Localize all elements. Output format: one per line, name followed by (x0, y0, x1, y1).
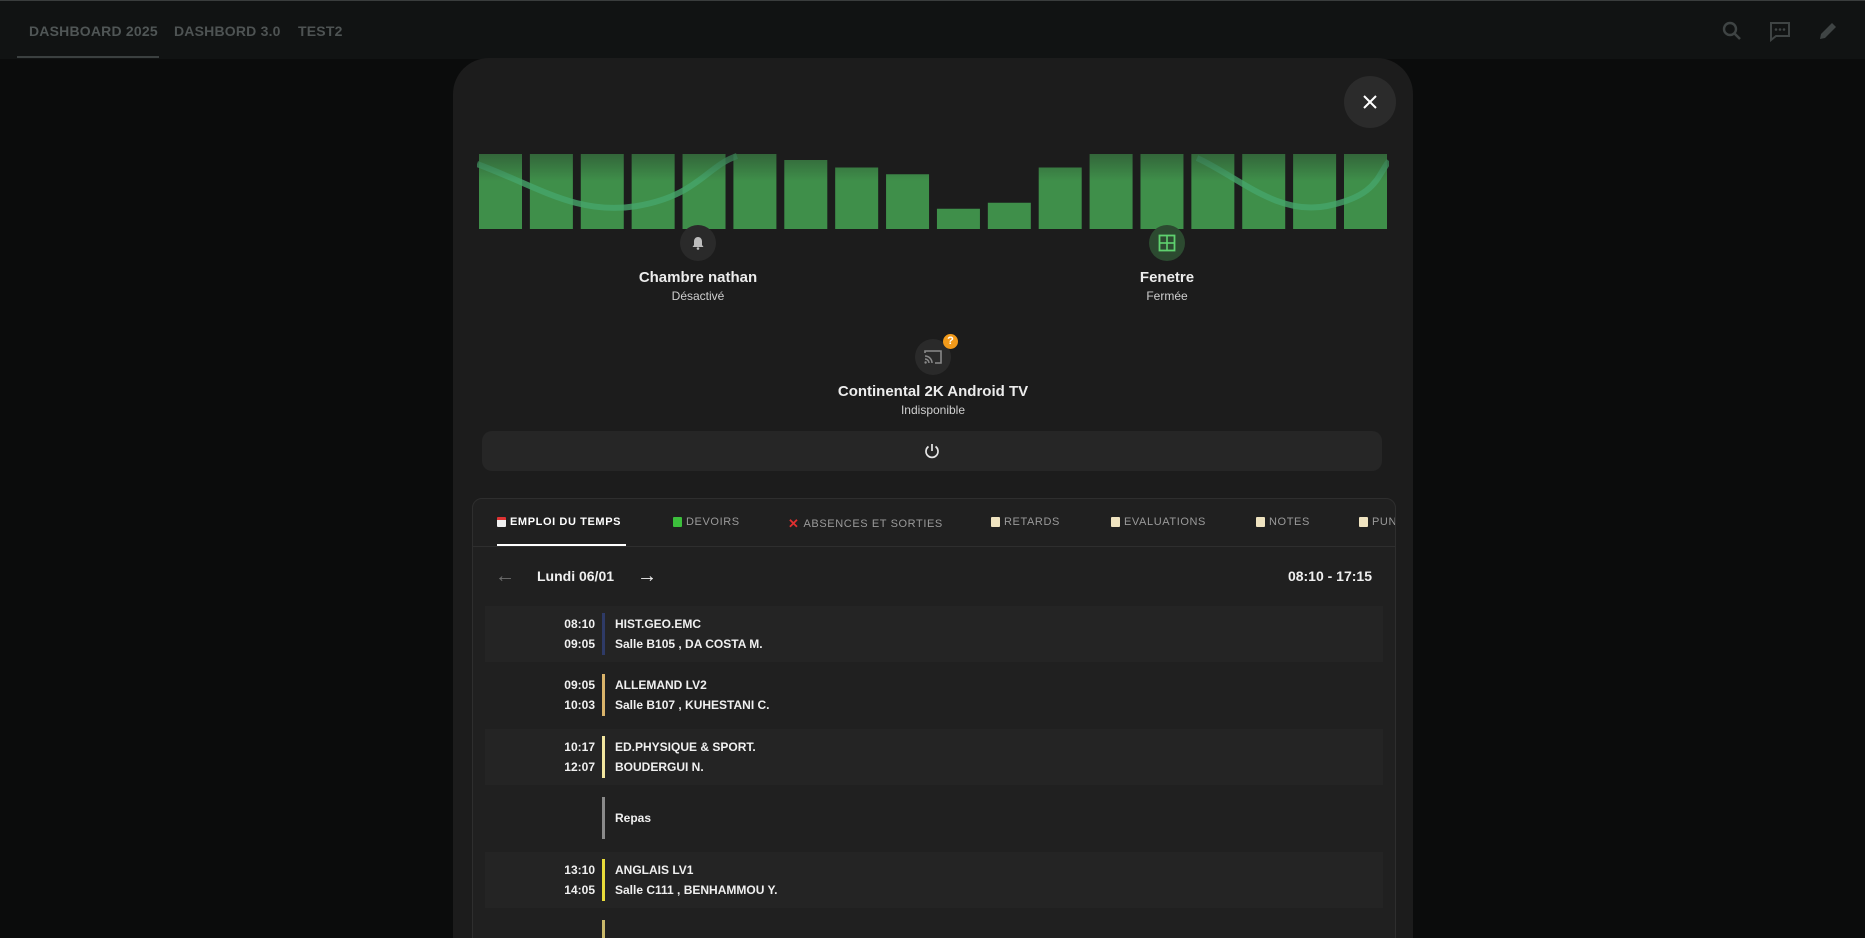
lesson-start: 10:17 (564, 740, 595, 754)
lesson-detail: Salle B105 , DA COSTA M. (615, 637, 763, 651)
red-cross-icon: ✕ (788, 516, 800, 531)
memo-icon (991, 517, 1000, 527)
green-square-icon (673, 517, 682, 527)
lesson-row[interactable]: 13:10 14:05 ANGLAIS LV1 Salle C111 , BEN… (485, 852, 1383, 908)
tab-devoirs[interactable]: DEVOIRS (673, 516, 740, 528)
visualizer-bar (886, 174, 930, 229)
tab-evaluations[interactable]: EVALUATIONS (1111, 516, 1206, 528)
audio-visualizer (477, 106, 1389, 229)
memo-icon (1256, 517, 1265, 527)
lesson-start: 09:05 (564, 678, 595, 692)
tab-emploi-du-temps[interactable]: EMPLOI DU TEMPS (497, 516, 621, 528)
lesson-color-bar (602, 736, 605, 778)
bell-icon (692, 237, 704, 250)
next-day-button[interactable]: → (637, 565, 657, 587)
lesson-subject: ED.PHYSIQUE & SPORT. (615, 740, 756, 754)
lesson-end: 10:03 (564, 698, 595, 712)
power-button[interactable] (482, 431, 1382, 471)
active-tab-indicator (17, 56, 159, 58)
power-icon (925, 444, 939, 459)
entity-name: Chambre nathan (638, 269, 758, 286)
lesson-row[interactable]: 08:10 09:05 HIST.GEO.EMC Salle B105 , DA… (485, 606, 1383, 662)
assist-icon[interactable] (1768, 19, 1792, 43)
memo-icon (1111, 517, 1120, 527)
entity-state: Désactivé (671, 289, 725, 303)
top-toolbar: DASHBOARD 2025 DASHBORD 3.0 TEST2 (0, 0, 1865, 59)
lesson-end: 12:07 (564, 760, 595, 774)
tab-dashboard-2025[interactable]: DASHBOARD 2025 (29, 23, 158, 39)
entity-chambre-nathan[interactable]: Chambre nathan Désactivé (558, 225, 838, 305)
pronote-card: EMPLOI DU TEMPS DEVOIRS ✕ ABSENCES ET SO… (472, 498, 1396, 938)
tab-punitions[interactable]: PUN (1359, 516, 1395, 528)
entity-state: Indisponible (900, 403, 966, 417)
lesson-row[interactable]: Repas (485, 790, 1383, 846)
lesson-end: 14:05 (564, 883, 595, 897)
entity-name: Continental 2K Android TV (837, 383, 1029, 400)
lesson-subject: Repas (615, 811, 652, 825)
pronote-tabs: EMPLOI DU TEMPS DEVOIRS ✕ ABSENCES ET SO… (473, 499, 1395, 547)
day-title: Lundi 06/01 (537, 568, 615, 584)
lesson-color-bar (602, 797, 605, 839)
lesson-color-bar (602, 920, 605, 938)
lesson-color-bar (602, 613, 605, 655)
edit-icon[interactable] (1816, 19, 1840, 43)
unavailable-badge: ? (943, 334, 958, 349)
lesson-end: 09:05 (564, 637, 595, 651)
window-icon (1158, 234, 1176, 252)
entity-name: Fenetre (1139, 269, 1195, 286)
day-navigation: ← Lundi 06/01 → 08:10 - 17:15 (473, 565, 1395, 589)
search-icon[interactable] (1720, 19, 1744, 43)
lesson-start: 08:10 (564, 617, 595, 631)
lesson-detail: Salle B107 , KUHESTANI C. (615, 698, 770, 712)
tab-notes[interactable]: NOTES (1256, 516, 1310, 528)
cast-icon (924, 350, 942, 364)
entity-fenetre[interactable]: Fenetre Fermée (1027, 225, 1307, 305)
prev-day-button[interactable]: ← (495, 565, 515, 587)
lesson-color-bar (602, 859, 605, 901)
lesson-color-bar (602, 674, 605, 716)
lesson-subject: ALLEMAND LV2 (615, 678, 707, 692)
lesson-row-partial[interactable] (485, 913, 1383, 938)
lesson-subject: ANGLAIS LV1 (615, 863, 694, 877)
memo-icon (1359, 517, 1368, 527)
tab-test2[interactable]: TEST2 (298, 23, 343, 39)
entity-state: Fermée (1146, 289, 1188, 303)
visualizer-bar (936, 208, 980, 229)
day-time-range: 08:10 - 17:15 (1287, 568, 1372, 584)
close-icon (1363, 95, 1377, 109)
tab-dashbord-3[interactable]: DASHBORD 3.0 (174, 23, 281, 39)
lesson-detail: BOUDERGUI N. (615, 760, 704, 774)
lesson-subject: HIST.GEO.EMC (615, 617, 702, 631)
tab-retards[interactable]: RETARDS (991, 516, 1060, 528)
more-info-dialog: Chambre nathan Désactivé Fenetre Fermée … (453, 58, 1413, 938)
entity-android-tv[interactable]: ? Continental 2K Android TV Indisponible (793, 334, 1073, 419)
lesson-row[interactable]: 10:17 12:07 ED.PHYSIQUE & SPORT. BOUDERG… (485, 729, 1383, 785)
visualizer-fade (477, 106, 1389, 181)
visualizer-bar (987, 202, 1031, 229)
tab-absences[interactable]: ✕ ABSENCES ET SORTIES (788, 516, 943, 532)
calendar-icon (497, 517, 506, 527)
lesson-detail: Salle C111 , BENHAMMOU Y. (615, 883, 778, 897)
lesson-row[interactable]: 09:05 10:03 ALLEMAND LV2 Salle B107 , KU… (485, 667, 1383, 723)
close-button[interactable] (1344, 76, 1396, 128)
lesson-start: 13:10 (564, 863, 595, 877)
